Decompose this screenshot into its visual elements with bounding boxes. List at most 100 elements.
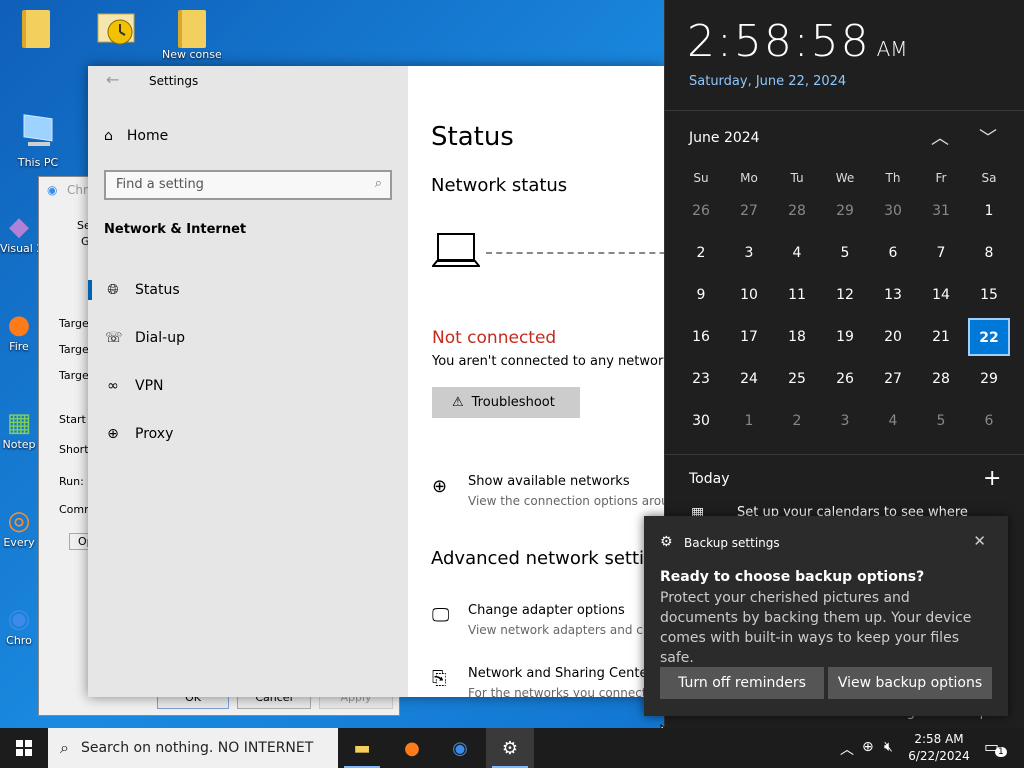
calendar-day[interactable]: 12 (821, 274, 869, 316)
desktop-icon-chrome[interactable]: ◉ Chro (0, 604, 38, 647)
calendar-day[interactable]: 20 (869, 316, 917, 358)
calendar-day[interactable]: 6 (965, 400, 1013, 442)
calendar-day[interactable]: 30 (869, 190, 917, 232)
calendar-day[interactable]: 27 (725, 190, 773, 232)
clock-date-link[interactable]: Saturday, June 22, 2024 (689, 74, 846, 89)
today-label: Today (689, 471, 730, 487)
calendar-day[interactable]: 1 (725, 400, 773, 442)
desktop-icon-folder[interactable] (6, 10, 66, 48)
calendar-day[interactable]: 14 (917, 274, 965, 316)
warning-icon: ⚠ (452, 395, 464, 410)
calendar-day[interactable]: 28 (917, 358, 965, 400)
calendar-day[interactable]: 4 (869, 400, 917, 442)
calendar-day[interactable]: 18 (773, 316, 821, 358)
chevron-down-icon[interactable]: ﹀ (979, 124, 997, 150)
month-title[interactable]: June 2024 (689, 130, 760, 146)
calendar-day[interactable]: 26 (677, 190, 725, 232)
calendar-day[interactable]: 28 (773, 190, 821, 232)
view-backup-options-button[interactable]: View backup options (828, 667, 992, 699)
weekday: We (835, 171, 855, 185)
settings-sidebar: ← Settings ⌂ Home Find a setting ⌕ Netwo… (88, 66, 408, 697)
connection-line (486, 252, 664, 254)
gear-icon: ⚙ (501, 737, 519, 759)
calendar-day[interactable]: 24 (725, 358, 773, 400)
calendar-day[interactable]: 29 (965, 358, 1013, 400)
volume-muted-icon[interactable]: 🔇︎ (884, 739, 893, 755)
chevron-up-icon[interactable]: ︿ (931, 124, 949, 150)
desktop-icon-firefox[interactable]: ● Fire (0, 310, 38, 353)
calendar-day[interactable]: 26 (821, 358, 869, 400)
calendar-day[interactable]: 7 (917, 232, 965, 274)
calendar-day[interactable]: 2 (773, 400, 821, 442)
calendar-day[interactable]: 15 (965, 274, 1013, 316)
home-icon: ⌂ (104, 128, 113, 144)
desktop-icon-everything[interactable]: ◎ Every (0, 506, 38, 549)
desktop: New conser This PC ◆ Visual 20 ● Fire ▦ … (0, 0, 1024, 744)
desktop-icon-this-pc[interactable]: This PC (8, 110, 68, 169)
calendar-days: 26 27 28 29 30 31 1 2 3 4 5 6 7 8 9 10 11 12 13 14 15 16 17 18 1… (677, 190, 1013, 442)
troubleshoot-button[interactable]: ⚠ Troubleshoot (432, 387, 580, 418)
calendar-day[interactable]: 10 (725, 274, 773, 316)
home-label: Home (126, 128, 169, 144)
settings-search-input[interactable]: Find a setting ⌕ (104, 170, 392, 200)
change-adapter-link[interactable]: 🖵 Change adapter options View network ad… (432, 603, 664, 643)
calendar-day[interactable]: 22 (968, 318, 1010, 356)
add-event-icon[interactable]: + (983, 466, 1001, 491)
calendar-day[interactable]: 6 (869, 232, 917, 274)
calendar-day[interactable]: 30 (677, 400, 725, 442)
calendar-day[interactable]: 13 (869, 274, 917, 316)
chevron-up-icon[interactable]: ︿ (840, 739, 854, 759)
calendar-day[interactable]: 9 (677, 274, 725, 316)
nav-item-status[interactable]: 🌐︎ Status (88, 274, 408, 306)
taskbar-clock[interactable]: 2:58 AM 6/22/2024 (904, 731, 974, 765)
weekday: Su (693, 171, 709, 185)
back-arrow-icon[interactable]: ← (106, 70, 119, 89)
show-networks-subtitle: View the connection options around you. (468, 494, 664, 508)
calendar-day[interactable]: 21 (917, 316, 965, 358)
calendar-day[interactable]: 27 (869, 358, 917, 400)
close-icon[interactable]: ✕ (973, 532, 986, 550)
calendar-day[interactable]: 25 (773, 358, 821, 400)
taskbar-chrome[interactable]: ◉ (436, 728, 484, 768)
calendar-day[interactable]: 4 (773, 232, 821, 274)
calendar-day[interactable]: 3 (725, 232, 773, 274)
calendar-day[interactable]: 17 (725, 316, 773, 358)
folder-icon: ▬ (353, 737, 371, 759)
taskbar-firefox[interactable]: ● (388, 728, 436, 768)
desktop-icon-notepad[interactable]: ▦ Notep (0, 408, 38, 451)
taskbar-search-box[interactable]: ⌕ Search on nothing. NO INTERNET (48, 728, 338, 768)
window-title: Settings (149, 74, 199, 88)
home-link[interactable]: ⌂ Home (104, 128, 168, 144)
calendar-day[interactable]: 23 (677, 358, 725, 400)
turn-off-reminders-button[interactable]: Turn off reminders (660, 667, 824, 699)
desktop-icon-folder-2[interactable]: New conser (162, 10, 222, 61)
nav-label: Proxy (135, 426, 174, 442)
sharing-center-link[interactable]: ⎘ Network and Sharing Center For the net… (432, 666, 664, 697)
start-button[interactable] (0, 728, 48, 768)
calendar-day[interactable]: 1 (965, 190, 1013, 232)
calendar-day[interactable]: 16 (677, 316, 725, 358)
nav-item-proxy[interactable]: ⊕ Proxy (88, 418, 408, 450)
calendar-day[interactable]: 19 (821, 316, 869, 358)
calendar-day[interactable]: 2 (677, 232, 725, 274)
calendar-day[interactable]: 5 (917, 400, 965, 442)
calendar-day[interactable]: 31 (917, 190, 965, 232)
nav-item-vpn[interactable]: ∞ VPN (88, 370, 408, 402)
calendar-day[interactable]: 3 (821, 400, 869, 442)
desktop-icon-outlook[interactable] (86, 6, 146, 48)
folder-icon (22, 10, 50, 48)
notification-center-icon[interactable]: ▭ 1 (984, 737, 1007, 757)
show-networks-link[interactable]: ⊕ Show available networks View the conne… (432, 474, 664, 514)
network-icon[interactable]: ⊕ (862, 739, 874, 755)
calendar-week-row: 9 10 11 12 13 14 15 (677, 274, 1013, 316)
sharing-center-icon: ⎘ (432, 668, 447, 689)
calendar-day[interactable]: 11 (773, 274, 821, 316)
calendar-day[interactable]: 29 (821, 190, 869, 232)
calendar-day[interactable]: 5 (821, 232, 869, 274)
nav-item-dialup[interactable]: ☏ Dial-up (88, 322, 408, 354)
taskbar-settings[interactable]: ⚙ (486, 728, 534, 768)
divider (665, 110, 1024, 111)
calendar-day[interactable]: 8 (965, 232, 1013, 274)
taskbar-file-explorer[interactable]: ▬ (338, 728, 386, 768)
desktop-icon-visual-studio[interactable]: ◆ Visual 20 (0, 212, 38, 255)
